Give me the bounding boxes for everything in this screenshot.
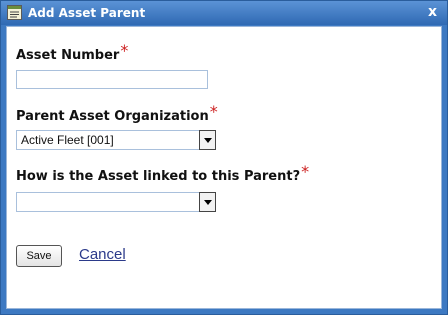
link-type-label-text: How is the Asset linked to this Parent? bbox=[16, 169, 301, 184]
close-icon[interactable]: x bbox=[428, 4, 437, 20]
cancel-link[interactable]: Cancel bbox=[79, 246, 126, 264]
save-button[interactable]: Save bbox=[16, 245, 62, 267]
asset-number-label-text: Asset Number bbox=[16, 48, 120, 63]
asset-number-label: Asset Number* bbox=[16, 42, 128, 65]
title-bar[interactable]: Add Asset Parent x bbox=[1, 1, 447, 25]
chevron-down-icon bbox=[204, 138, 212, 143]
required-mark: * bbox=[120, 41, 129, 60]
form-window-icon bbox=[7, 5, 22, 20]
add-asset-parent-dialog: Add Asset Parent x Asset Number* Parent … bbox=[0, 0, 448, 315]
asset-number-input[interactable] bbox=[16, 70, 208, 89]
parent-org-label-text: Parent Asset Organization bbox=[16, 109, 209, 124]
dialog-title: Add Asset Parent bbox=[28, 6, 146, 20]
required-mark: * bbox=[301, 162, 310, 181]
required-mark: * bbox=[209, 102, 218, 121]
form-panel: Asset Number* Parent Asset Organization*… bbox=[6, 26, 442, 309]
parent-org-selected: Active Fleet [001] bbox=[21, 133, 114, 147]
link-type-label: How is the Asset linked to this Parent?* bbox=[16, 163, 309, 186]
parent-org-select[interactable]: Active Fleet [001] bbox=[16, 130, 216, 150]
link-type-dropdown-button[interactable] bbox=[199, 192, 216, 212]
link-type-select[interactable] bbox=[16, 192, 216, 212]
parent-org-dropdown-button[interactable] bbox=[199, 130, 216, 150]
parent-org-label: Parent Asset Organization* bbox=[16, 103, 218, 126]
chevron-down-icon bbox=[204, 200, 212, 205]
